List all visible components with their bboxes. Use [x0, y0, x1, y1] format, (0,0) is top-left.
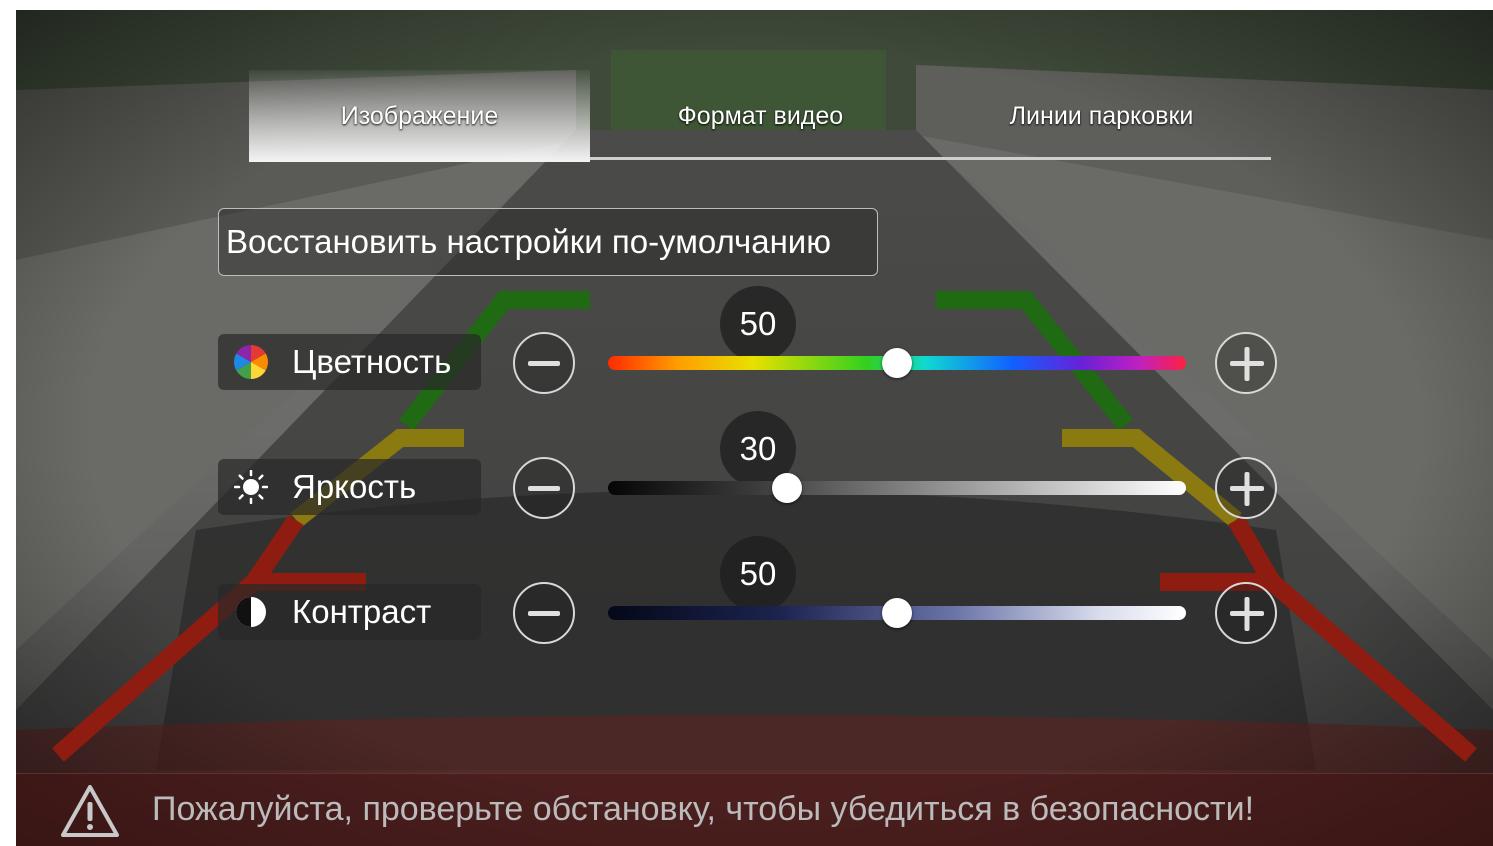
tab-image-label: Изображение — [340, 101, 499, 130]
brightness-slider-thumb[interactable] — [772, 473, 803, 503]
reset-defaults-button[interactable]: Восстановить настройки по-умолчанию — [218, 208, 878, 276]
minus-icon — [528, 361, 560, 366]
brightness-slider-track[interactable] — [608, 473, 1186, 503]
safety-warning-text: Пожалуйста, проверьте обстановку, чтобы … — [152, 790, 1255, 828]
reset-defaults-label: Восстановить настройки по-умолчанию — [226, 223, 831, 260]
saturation-increase-button[interactable] — [1215, 332, 1277, 394]
saturation-value: 50 — [720, 286, 796, 362]
tab-video-format[interactable]: Формат видео — [590, 70, 931, 162]
contrast-decrease-button[interactable] — [513, 582, 575, 644]
plus-icon — [1230, 597, 1264, 631]
contrast-value: 50 — [720, 536, 796, 612]
brightness-label-box: Яркость — [218, 459, 481, 515]
contrast-increase-button[interactable] — [1215, 582, 1277, 644]
color-wheel-icon — [234, 345, 268, 379]
minus-icon — [528, 611, 560, 616]
plus-icon — [1230, 472, 1264, 506]
tab-bar: Изображение Формат видео Линии парковки — [249, 70, 1271, 162]
plus-icon — [1230, 347, 1264, 381]
contrast-label-box: Контраст — [218, 584, 481, 640]
saturation-slider-thumb[interactable] — [882, 348, 912, 378]
saturation-slider-track[interactable] — [608, 348, 1186, 378]
tab-parking-lines[interactable]: Линии парковки — [931, 70, 1272, 162]
tab-parking-lines-label: Линии парковки — [1009, 101, 1194, 130]
tab-underline — [590, 157, 1271, 160]
tab-image[interactable]: Изображение — [249, 70, 590, 162]
saturation-label: Цветность — [292, 343, 452, 380]
brightness-increase-button[interactable] — [1215, 457, 1277, 519]
contrast-icon — [234, 595, 268, 629]
tab-video-format-label: Формат видео — [677, 101, 844, 130]
minus-icon — [528, 486, 560, 491]
brightness-label: Яркость — [292, 468, 417, 505]
warning-triangle-icon — [61, 785, 119, 837]
contrast-slider-track[interactable] — [608, 598, 1186, 628]
contrast-slider-thumb[interactable] — [882, 598, 912, 628]
saturation-label-box: Цветность — [218, 334, 481, 390]
contrast-label: Контраст — [292, 593, 432, 630]
saturation-decrease-button[interactable] — [513, 332, 575, 394]
sun-icon — [234, 470, 268, 504]
camera-screen: Изображение Формат видео Линии парковки … — [16, 10, 1493, 846]
safety-warning-bar: Пожалуйста, проверьте обстановку, чтобы … — [16, 773, 1493, 846]
brightness-decrease-button[interactable] — [513, 457, 575, 519]
